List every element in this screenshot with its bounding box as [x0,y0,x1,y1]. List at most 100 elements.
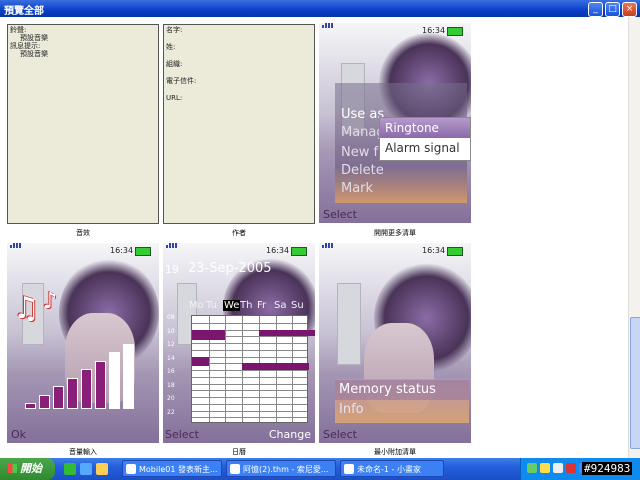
weekday-tu: Tu [206,300,217,311]
quicklaunch-icon[interactable] [64,463,76,475]
paint-icon [344,464,354,474]
weekday-fr: Fr [257,300,267,311]
hour-label: 14 [167,354,175,362]
left-softkey[interactable]: Select [323,428,357,441]
menu-item-mark[interactable]: Mark [341,181,373,196]
browser-icon[interactable] [80,463,92,475]
author-first-name: 名字: [166,26,183,34]
tray-icon[interactable] [540,463,550,473]
volume-bars[interactable] [25,343,137,409]
author-last-name: 姓: [166,43,176,51]
hour-label: 08 [167,314,175,321]
hour-label: 16 [167,368,175,375]
menu-item-memory-status[interactable]: Memory status [339,382,436,397]
calendar-event[interactable] [192,329,226,341]
message-alert-label: 訊息提示: [10,42,41,50]
clock: 16:34 [266,246,290,255]
author-email: 電子信件: [166,77,197,85]
submenu-item-alarm-signal[interactable]: Alarm signal [385,141,460,155]
music-note-icon-small: ♪ [43,289,58,314]
weekday-su: Su [291,300,304,311]
submenu-item-ringtone[interactable]: Ringtone [385,121,439,135]
maximize-button[interactable]: □ [605,2,620,17]
vertical-scrollbar[interactable] [628,17,640,458]
tray-icon[interactable] [566,463,576,473]
sound-panel: 鈴聲: 預設音樂 訊息提示: 預設音樂 [7,24,159,224]
author-panel: 名字: 姓: 組織: 電子信件: URL: [163,24,315,224]
theme-icon [230,464,240,474]
calendar-date: 23-Sep-2005 [188,261,272,276]
weekday-header: Mo Tu We Th Fr Sa Su [189,300,313,314]
more-menu-preview: 16:34 Use as Manage New f Delete Mark Ri… [319,23,471,223]
scrollbar-thumb[interactable] [630,317,640,449]
taskbar-item-theme-editor[interactable]: 阿憶(2).thm - 索尼愛... [226,460,336,477]
sound-caption: 音效 [76,229,90,237]
volume-caption: 音量輸入 [69,448,97,456]
battery-icon [291,247,307,256]
calendar-event[interactable] [242,363,309,370]
min-menu-preview: 16:34 Memory status Info Select [319,243,471,443]
weekday-mo: Mo [189,300,204,311]
watermark: #924983 [582,462,633,475]
window-titlebar: 預覽全部 _ □ × [0,0,640,17]
ringtone-value: 預設音樂 [20,34,48,42]
hour-label: 10 [167,327,175,335]
battery-icon [447,247,463,256]
clock: 16:34 [110,246,134,255]
day-number: 19 [165,263,179,276]
volume-bar [53,386,64,409]
ringtone-label: 鈴聲: [10,26,27,34]
weekday-sa: Sa [274,300,287,311]
folder-icon[interactable] [96,463,108,475]
taskbar-item-browser[interactable]: Mobile01 發表新主... [122,460,222,477]
more-menu-caption: 開開更多清單 [374,229,416,237]
message-alert-value: 預設音樂 [20,50,48,58]
menu-item-delete[interactable]: Delete [341,163,384,178]
volume-bar [81,369,92,409]
menu-item-use-as[interactable]: Use as [341,107,384,122]
battery-icon [135,247,151,256]
hour-label: 22 [167,408,175,416]
week-grid[interactable]: 08 10 12 14 16 18 20 22 [165,314,315,423]
weekday-th: Th [240,300,253,311]
volume-bar [67,377,78,409]
left-softkey[interactable]: Select [323,208,357,221]
volume-bar [95,360,106,409]
windows-logo-icon [8,464,17,473]
author-organization: 組織: [166,60,183,68]
min-menu-caption: 最小附加清單 [374,448,416,456]
author-caption: 作者 [232,229,246,237]
clock: 16:34 [422,26,446,35]
tray-icon[interactable] [527,463,537,473]
submenu: Ringtone Alarm signal [379,117,471,161]
tray-icon[interactable] [553,463,563,473]
author-url: URL: [166,94,183,102]
window-title: 預覽全部 [4,6,44,17]
volume-bar [109,352,120,409]
close-button[interactable]: × [622,2,637,17]
volume-preview: 16:34 ♫ ♪ Ok [7,243,159,443]
right-softkey[interactable]: Change [269,428,311,441]
taskbar-item-paint[interactable]: 未命名-1 - 小畫家 [340,460,444,477]
hour-label: 12 [167,341,175,348]
calendar-event[interactable] [192,356,209,366]
clock: 16:34 [422,246,446,255]
minimize-button[interactable]: _ [588,2,603,17]
browser-icon [126,464,136,474]
hour-label: 18 [167,381,175,389]
volume-bar [123,343,134,409]
menu-item-info[interactable]: Info [339,402,364,417]
taskbar: 開始 Mobile01 發表新主... 阿憶(2).thm - 索尼愛... 未… [0,458,640,480]
volume-bar [25,403,36,409]
left-softkey[interactable]: Ok [11,428,26,441]
start-button[interactable]: 開始 [0,458,55,480]
menu-item-new[interactable]: New f [341,145,378,160]
hour-label: 20 [167,395,175,402]
left-softkey[interactable]: Select [165,428,199,441]
calendar-caption: 日曆 [232,448,246,456]
weekday-we: We [223,300,241,311]
battery-icon [447,27,463,36]
start-label: 開始 [20,462,42,475]
calendar-event[interactable] [258,329,315,337]
grid-body [191,315,315,423]
